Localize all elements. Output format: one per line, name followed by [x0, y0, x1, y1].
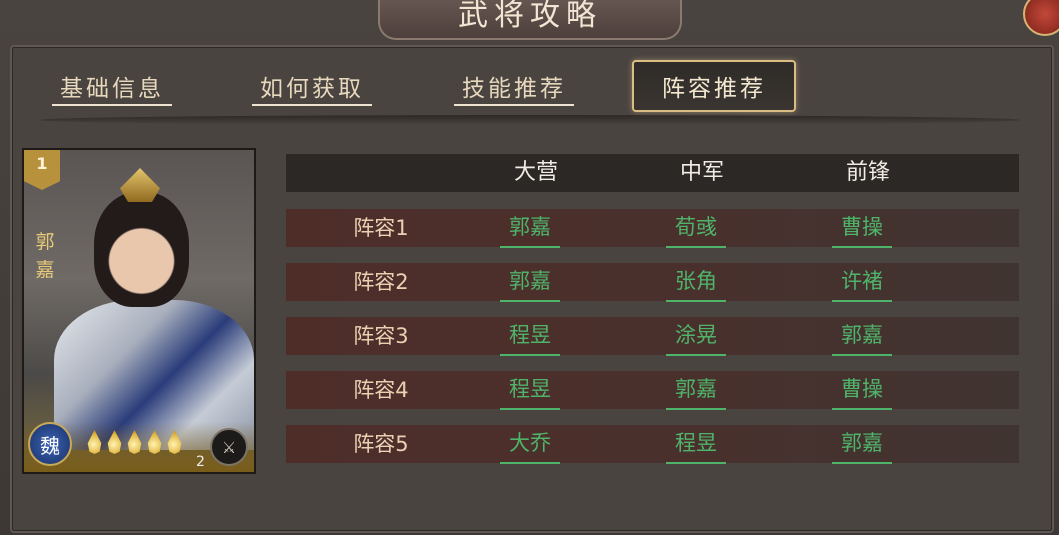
lineup-label: 阵容2 — [353, 270, 409, 294]
lineup-label: 阵容5 — [353, 432, 409, 456]
table-row: 阵容4 程昱 郭嘉 曹操 — [286, 371, 1019, 410]
star-icon — [107, 430, 122, 454]
table-header: 大营 中军 前锋 — [286, 154, 1019, 192]
hero-link[interactable]: 郭嘉 — [500, 209, 560, 248]
hero-link[interactable]: 涂晃 — [666, 317, 726, 356]
tab-underline — [52, 104, 172, 106]
tab-lineup-recommend[interactable]: 阵容推荐 — [632, 60, 796, 112]
hero-link[interactable]: 许褚 — [832, 263, 892, 302]
hero-name-char: 郭 — [35, 231, 55, 253]
star-icon — [87, 430, 102, 454]
faction-label: 魏 — [40, 433, 60, 458]
hero-link[interactable]: 郭嘉 — [832, 317, 892, 356]
table-row: 阵容1 郭嘉 荀彧 曹操 — [286, 209, 1019, 248]
tab-skill-recommend[interactable]: 技能推荐 — [454, 60, 574, 112]
tab-label: 阵容推荐 — [662, 76, 766, 102]
table-row: 阵容3 程昱 涂晃 郭嘉 — [286, 317, 1019, 356]
hero-link[interactable]: 荀彧 — [666, 209, 726, 248]
lineup-label: 阵容3 — [353, 324, 409, 348]
lineup-label: 阵容1 — [353, 216, 409, 240]
table-row: 阵容5 大乔 程昱 郭嘉 — [286, 425, 1019, 464]
hero-name-char: 嘉 — [35, 259, 55, 281]
hero-link[interactable]: 曹操 — [832, 371, 892, 410]
table-row: 阵容2 郭嘉 张角 许褚 — [286, 263, 1019, 302]
hero-head — [94, 192, 189, 307]
tab-basic-info[interactable]: 基础信息 — [52, 60, 172, 112]
troop-type-icon: ⚔ — [210, 428, 248, 466]
hero-link[interactable]: 张角 — [666, 263, 726, 302]
header-center: 中军 — [679, 160, 724, 185]
hero-link[interactable]: 曹操 — [832, 209, 892, 248]
hero-link[interactable]: 程昱 — [666, 425, 726, 464]
star-rating — [86, 430, 183, 454]
star-icon — [167, 430, 182, 454]
tab-label: 基础信息 — [60, 76, 164, 102]
title-plate: 武将攻略 — [378, 0, 682, 40]
tab-underline — [252, 104, 372, 106]
tab-bar: 基础信息 如何获取 技能推荐 阵容推荐 — [40, 60, 820, 116]
page-title: 武将攻略 — [458, 0, 602, 33]
lineup-table: 大营 中军 前锋 阵容1 郭嘉 荀彧 曹操 阵容2 郭嘉 张角 许褚 阵容3 程… — [286, 154, 1019, 479]
card-level: 2 — [196, 454, 205, 470]
header-camp: 大营 — [513, 160, 558, 185]
hero-link[interactable]: 大乔 — [500, 425, 560, 464]
hero-link[interactable]: 郭嘉 — [500, 263, 560, 302]
hero-link[interactable]: 郭嘉 — [666, 371, 726, 410]
hero-card[interactable]: 1 郭 嘉 魏 2 ⚔ — [22, 148, 256, 474]
tab-label: 如何获取 — [260, 76, 364, 102]
tab-underline — [454, 104, 574, 106]
hero-link[interactable]: 程昱 — [500, 317, 560, 356]
close-button[interactable] — [1023, 0, 1059, 36]
rank-number: 1 — [36, 154, 48, 173]
lineup-label: 阵容4 — [353, 378, 409, 402]
tab-how-to-obtain[interactable]: 如何获取 — [252, 60, 372, 112]
faction-badge: 魏 — [28, 422, 72, 466]
tab-label: 技能推荐 — [462, 76, 566, 102]
window: 武将攻略 基础信息 如何获取 技能推荐 阵容推荐 1 郭 嘉 魏 2 ⚔ 大营 … — [0, 0, 1059, 535]
hero-name-vertical: 郭 嘉 — [30, 228, 60, 284]
tab-divider — [40, 115, 1020, 125]
star-icon — [127, 430, 142, 454]
header-vanguard: 前锋 — [845, 160, 890, 185]
hero-link[interactable]: 郭嘉 — [832, 425, 892, 464]
hero-link[interactable]: 程昱 — [500, 371, 560, 410]
star-icon — [147, 430, 162, 454]
